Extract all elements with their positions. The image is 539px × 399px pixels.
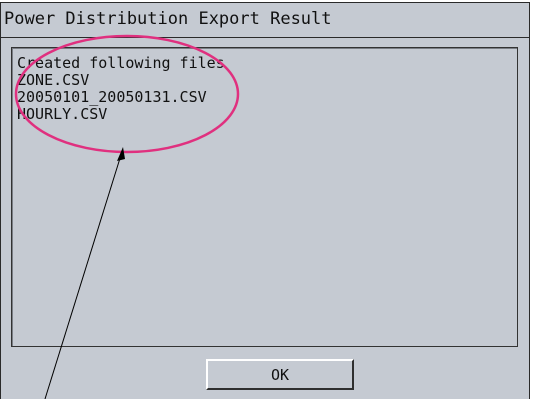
- file-entry-date-range: 20050101_20050131.CSV: [17, 88, 207, 106]
- file-entry-zone: ZONE.CSV: [17, 71, 90, 89]
- dialog-title: Power Distribution Export Result: [4, 9, 332, 29]
- results-message: Created following files: [17, 54, 225, 72]
- export-result-dialog: Power Distribution Export Result Created…: [0, 2, 530, 399]
- results-textbox[interactable]: Created following files ZONE.CSV 2005010…: [11, 47, 518, 347]
- file-entry-hourly: HOURLY.CSV: [17, 105, 108, 123]
- ok-button[interactable]: OK: [206, 359, 354, 390]
- title-divider: [1, 37, 529, 38]
